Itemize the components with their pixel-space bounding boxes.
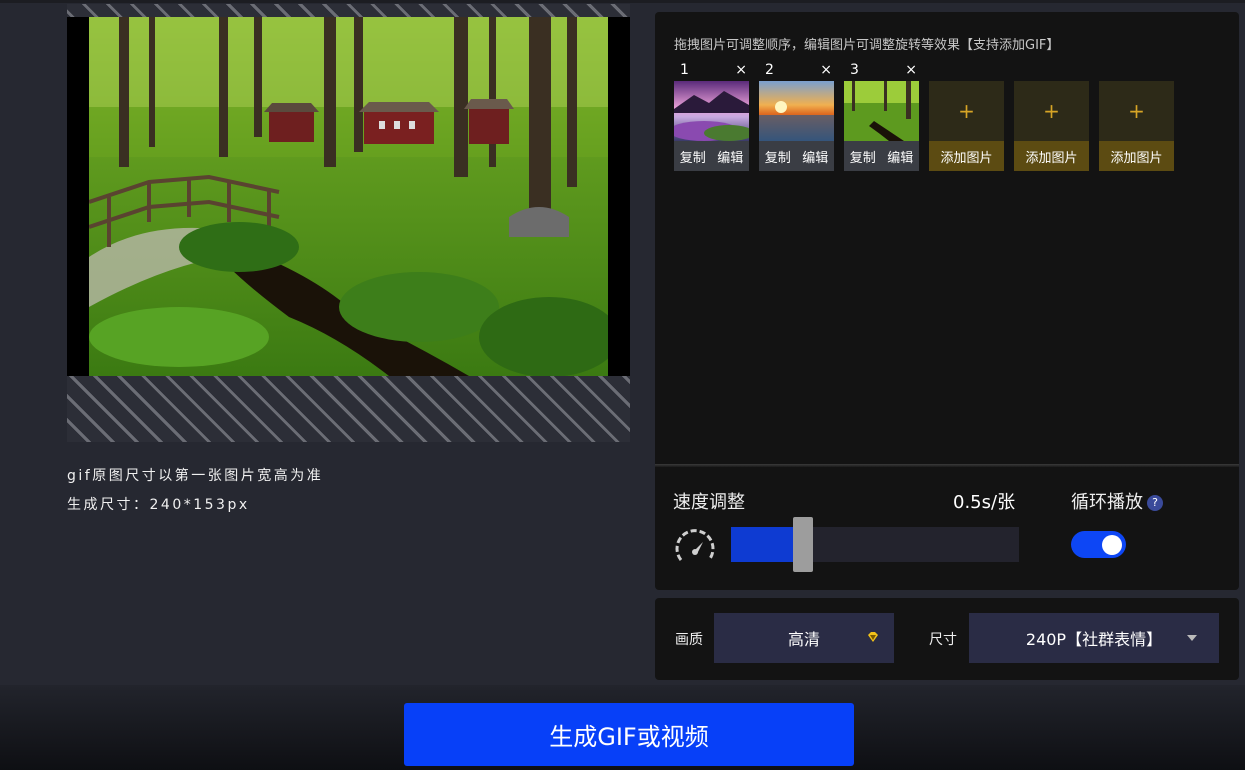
- thumbnail-item[interactable]: 2 × 复制 编辑: [759, 62, 834, 171]
- top-divider: [0, 0, 1245, 3]
- plus-icon: +: [958, 99, 975, 123]
- output-size-text: 生成尺寸：240*153px: [67, 497, 250, 513]
- add-image-label: 添加图片: [1014, 141, 1089, 171]
- add-image-label: 添加图片: [929, 141, 1004, 171]
- add-image-button[interactable]: + 添加图片: [1099, 81, 1174, 171]
- preview-image: [89, 17, 608, 376]
- vip-diamond-icon: [868, 632, 878, 642]
- toggle-knob: [1102, 534, 1122, 555]
- speedometer-icon: [673, 524, 717, 568]
- thumbnail-number: 3: [850, 62, 859, 78]
- edit-button[interactable]: 编辑: [887, 147, 913, 166]
- size-value: 240P【社群表情】: [1025, 630, 1163, 649]
- close-icon[interactable]: ×: [820, 62, 832, 78]
- quality-label: 画质: [675, 632, 703, 648]
- copy-button[interactable]: 复制: [765, 147, 791, 166]
- loop-label-text: 循环播放: [1071, 492, 1143, 513]
- preview-frame: [67, 17, 630, 376]
- add-image-button[interactable]: + 添加图片: [929, 81, 1004, 171]
- size-label: 尺寸: [929, 632, 957, 648]
- panel-divider: [655, 464, 1239, 467]
- thumbnail-number: 2: [765, 62, 774, 78]
- quality-select[interactable]: 高清: [714, 613, 894, 663]
- loop-label: 循环播放?: [1071, 488, 1163, 514]
- close-icon[interactable]: ×: [735, 62, 747, 78]
- thumbnail-item[interactable]: 1 × 复制 编辑: [674, 62, 749, 171]
- speed-slider-handle[interactable]: [793, 517, 813, 572]
- speed-value: 0.5s/张: [953, 492, 1016, 513]
- edit-button[interactable]: 编辑: [717, 147, 743, 166]
- add-image-button[interactable]: + 添加图片: [1014, 81, 1089, 171]
- plus-icon: +: [1043, 99, 1060, 123]
- thumbnail-image[interactable]: [844, 81, 919, 141]
- preview-area: [67, 4, 630, 442]
- loop-toggle[interactable]: [1071, 531, 1126, 558]
- generate-button[interactable]: 生成GIF或视频: [404, 703, 854, 766]
- plus-icon: +: [1128, 99, 1145, 123]
- speed-label: 速度调整: [673, 492, 745, 513]
- thumbnail-image[interactable]: [674, 81, 749, 141]
- close-icon[interactable]: ×: [905, 62, 917, 78]
- edit-button[interactable]: 编辑: [802, 147, 828, 166]
- thumbnail-number: 1: [680, 62, 689, 78]
- add-image-label: 添加图片: [1099, 141, 1174, 171]
- help-icon[interactable]: ?: [1147, 495, 1163, 511]
- output-settings-panel: 画质 高清 尺寸 240P【社群表情】: [655, 598, 1239, 680]
- copy-button[interactable]: 复制: [680, 147, 706, 166]
- gif-size-note: gif原图尺寸以第一张图片宽高为准: [67, 468, 324, 484]
- reorder-hint: 拖拽图片可调整顺序，编辑图片可调整旋转等效果【支持添加GIF】: [674, 38, 1060, 53]
- speed-slider[interactable]: [731, 517, 1019, 572]
- thumbnail-item[interactable]: 3 × 复制 编辑: [844, 62, 919, 171]
- quality-value: 高清: [787, 630, 820, 649]
- size-select[interactable]: 240P【社群表情】: [969, 613, 1219, 663]
- copy-button[interactable]: 复制: [850, 147, 876, 166]
- images-panel: 拖拽图片可调整顺序，编辑图片可调整旋转等效果【支持添加GIF】 1 × 复制 编…: [655, 12, 1239, 590]
- thumbnail-image[interactable]: [759, 81, 834, 141]
- chevron-down-icon: [1187, 635, 1197, 641]
